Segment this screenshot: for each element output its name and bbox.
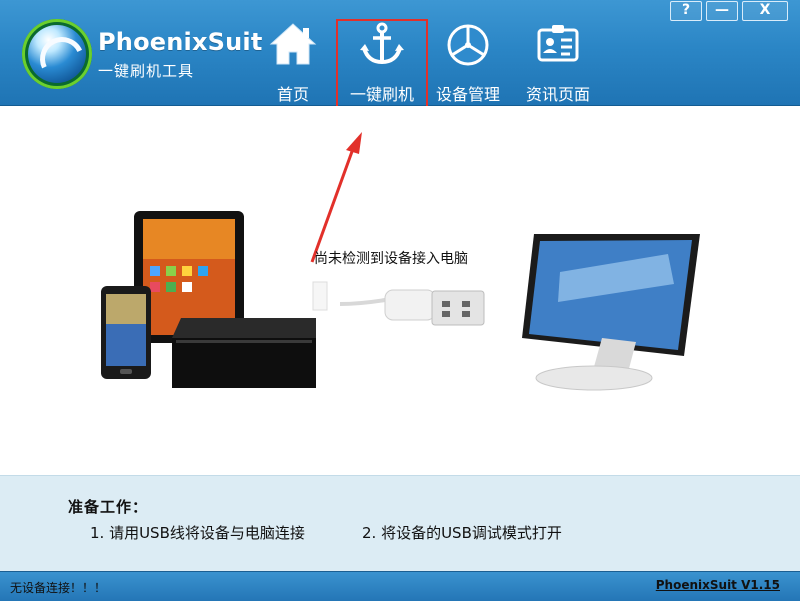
app-subtitle: 一键刷机工具 [98, 62, 195, 80]
nav-device-management-label: 设备管理 [435, 85, 500, 104]
connection-status: 无设备连接！！！ [10, 581, 107, 595]
nav-news-page[interactable]: 资讯页面 [512, 12, 604, 105]
preparation-title: 准备工作： [68, 498, 149, 516]
preparation-step-2: 2. 将设备的USB调试模式打开 [362, 524, 562, 542]
help-button[interactable]: ? [670, 1, 702, 21]
minimize-button[interactable]: — [706, 1, 738, 21]
main-panel: 尚未检测到设备接入电脑 [0, 106, 800, 475]
preparation-panel: 准备工作： 1. 请用USB线将设备与电脑连接 2. 将设备的USB调试模式打开 [0, 475, 800, 572]
aperture-icon [447, 24, 489, 66]
header-bar: PhoenixSuit 一键刷机工具 首页 一键刷机 设备管理 资讯页面 ? —… [0, 0, 800, 110]
version-link[interactable]: PhoenixSuit V1.15 [656, 578, 780, 592]
window-controls: ? — X [670, 1, 788, 21]
highlight-box [336, 19, 428, 110]
desktop-computer-icon [522, 234, 700, 391]
phoenix-logo-icon [22, 19, 92, 89]
app-name: PhoenixSuit [98, 28, 263, 56]
home-icon [269, 23, 317, 65]
usb-cable-icon [312, 281, 485, 326]
nav-news-page-label: 资讯页面 [525, 85, 590, 104]
device-status-message: 尚未检测到设备接入电脑 [314, 251, 468, 267]
tv-box-device-icon [172, 318, 316, 388]
status-bar: 无设备连接！！！ PhoenixSuit V1.15 [0, 571, 800, 601]
preparation-step-1: 1. 请用USB线将设备与电脑连接 [90, 524, 305, 542]
connection-illustration [101, 132, 700, 391]
nav-home[interactable]: 首页 [247, 12, 339, 105]
close-button[interactable]: X [742, 1, 788, 21]
id-card-icon [537, 25, 579, 62]
red-arrow-icon [310, 132, 362, 263]
smartphone-device-icon [101, 286, 151, 379]
nav-home-label: 首页 [276, 85, 309, 104]
nav-device-management[interactable]: 设备管理 [422, 12, 514, 105]
